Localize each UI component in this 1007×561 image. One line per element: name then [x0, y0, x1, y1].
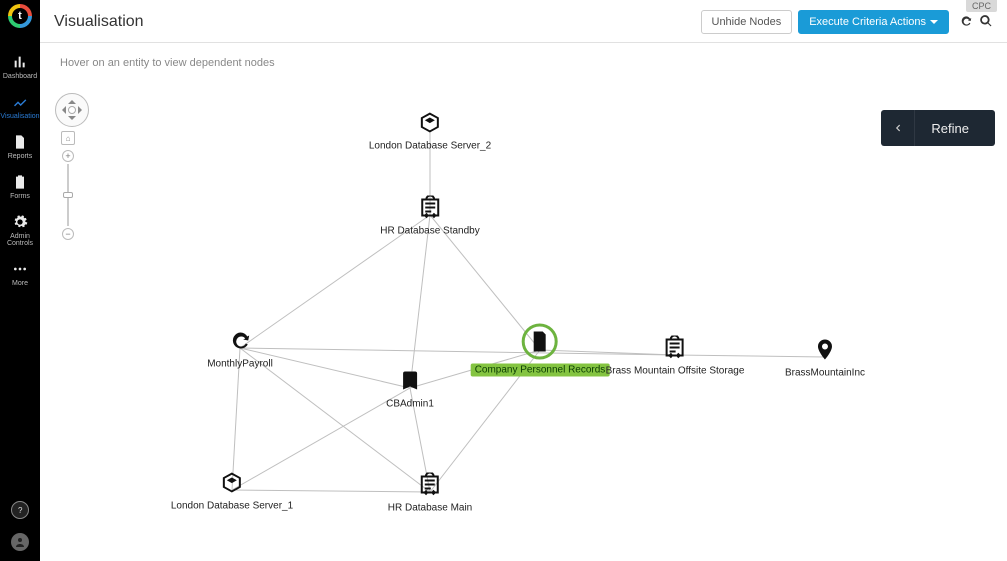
execute-criteria-actions-button[interactable]: Execute Criteria Actions — [798, 10, 949, 34]
binfile-icon — [522, 324, 558, 360]
trend-icon — [12, 94, 28, 110]
graph-node-hrsb[interactable]: HR Database Standby — [380, 194, 480, 237]
db-icon — [416, 471, 444, 499]
sidebar-item-dashboard[interactable]: Dashboard — [0, 46, 40, 86]
graph-node-label: London Database Server_1 — [171, 501, 293, 512]
pin-icon — [811, 336, 839, 364]
sidebar: Dashboard Visualisation Reports Forms Ad… — [0, 0, 40, 561]
graph-node-label: London Database Server_2 — [369, 141, 491, 152]
pan-left-icon[interactable] — [58, 106, 66, 114]
sidebar-item-label: More — [12, 280, 28, 287]
zoom-track[interactable] — [67, 164, 69, 226]
pan-down-icon[interactable] — [68, 116, 76, 124]
graph-node-label: HR Database Standby — [380, 226, 480, 237]
sidebar-item-more[interactable]: More — [0, 253, 40, 293]
pan-up-icon[interactable] — [68, 96, 76, 104]
graph-node-label: Brass Mountain Offsite Storage — [606, 366, 745, 377]
graph-node-label: Company Personnel Records — [471, 364, 610, 377]
file-icon — [12, 134, 28, 150]
unhide-nodes-button[interactable]: Unhide Nodes — [701, 10, 793, 34]
zoom-in-button[interactable]: + — [62, 150, 74, 162]
graph-node-cpr[interactable]: Company Personnel Records — [471, 324, 610, 377]
sidebar-item-label: Reports — [8, 153, 33, 160]
graph-canvas[interactable]: Hover on an entity to view dependent nod… — [40, 43, 1007, 561]
chevron-left-icon — [881, 110, 915, 146]
search-icon[interactable] — [979, 14, 993, 31]
sidebar-item-reports[interactable]: Reports — [0, 126, 40, 166]
clipboard-icon — [12, 174, 28, 190]
graph-node-mpay[interactable]: MonthlyPayroll — [207, 327, 273, 370]
cube-icon — [218, 469, 246, 497]
graph-node-ldb2[interactable]: London Database Server_2 — [369, 109, 491, 152]
page-title: Visualisation — [54, 13, 144, 31]
help-icon[interactable]: ? — [11, 501, 29, 519]
user-avatar-icon[interactable] — [11, 533, 29, 551]
graph-node-bmi[interactable]: BrassMountainInc — [785, 336, 865, 379]
zoom-out-button[interactable]: − — [62, 228, 74, 240]
svg-text:?: ? — [18, 506, 23, 515]
graph-node-label: MonthlyPayroll — [207, 359, 273, 370]
graph-node-hrmn[interactable]: HR Database Main — [388, 471, 472, 514]
gear-icon — [12, 214, 28, 230]
sidebar-item-label: Visualisation — [0, 113, 39, 120]
page-header: Visualisation Unhide Nodes Execute Crite… — [40, 8, 1007, 43]
graph-node-ldb1[interactable]: London Database Server_1 — [171, 469, 293, 512]
sidebar-item-forms[interactable]: Forms — [0, 166, 40, 206]
refine-label: Refine — [915, 121, 995, 136]
more-icon — [12, 261, 28, 277]
badge-icon — [396, 367, 424, 395]
pan-right-icon[interactable] — [78, 106, 86, 114]
graph-node-label: BrassMountainInc — [785, 368, 865, 379]
graph-node-cbad[interactable]: CBAdmin1 — [386, 367, 434, 410]
cube-icon — [416, 109, 444, 137]
graph-node-bmos[interactable]: Brass Mountain Offsite Storage — [606, 334, 745, 377]
fit-view-button[interactable]: ⌂ — [61, 131, 75, 145]
sidebar-item-admin[interactable]: Admin Controls — [0, 206, 40, 253]
refresh-icon[interactable] — [959, 14, 973, 31]
db-icon — [661, 334, 689, 362]
graph-node-label: CBAdmin1 — [386, 399, 434, 410]
cycle-icon — [226, 327, 254, 355]
zoom-handle[interactable] — [63, 192, 73, 198]
graph-node-label: HR Database Main — [388, 503, 472, 514]
pan-control[interactable] — [55, 93, 89, 127]
db-icon — [416, 194, 444, 222]
sidebar-item-label: Admin Controls — [0, 233, 40, 247]
refine-panel-toggle[interactable]: Refine — [881, 110, 995, 146]
zoom-control[interactable]: + − — [65, 150, 71, 240]
app-logo — [8, 4, 32, 28]
chart-bar-icon — [12, 54, 28, 70]
sidebar-item-label: Forms — [10, 193, 30, 200]
sidebar-item-label: Dashboard — [3, 73, 37, 80]
sidebar-item-visualisation[interactable]: Visualisation — [0, 86, 40, 126]
